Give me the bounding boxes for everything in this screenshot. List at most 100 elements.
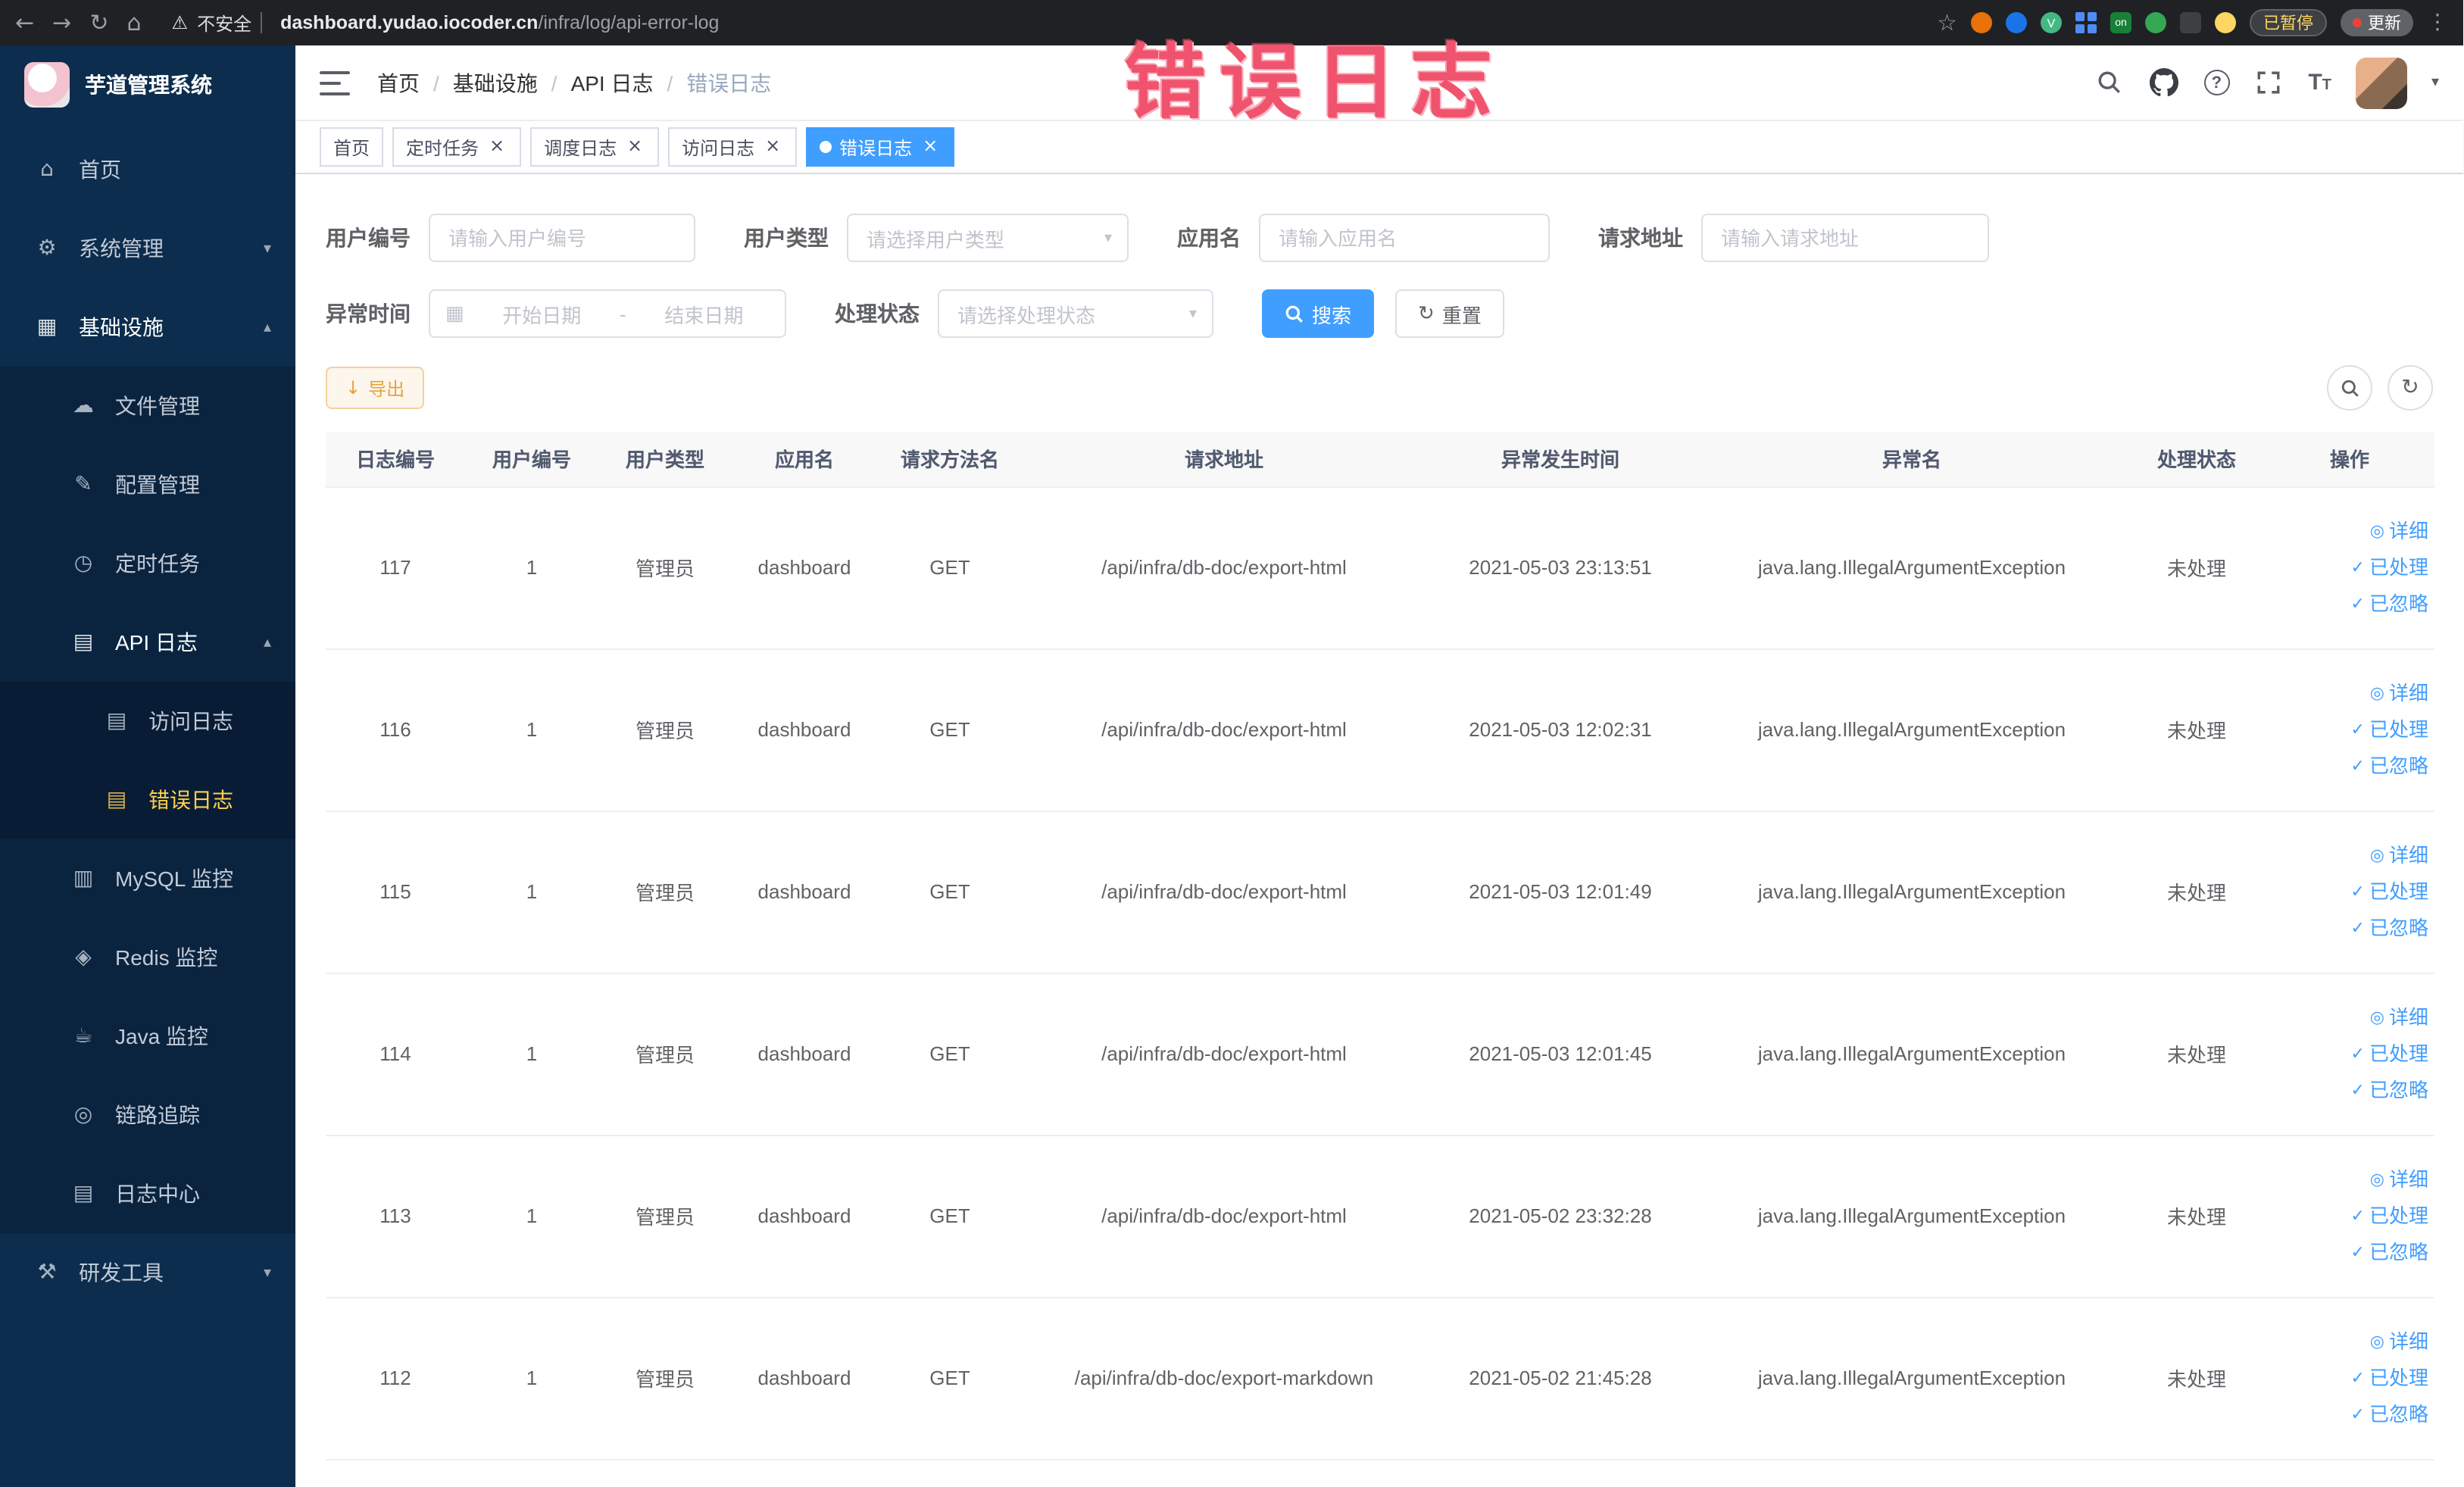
tab-access-log[interactable]: 访问日志 × [668, 127, 798, 167]
detail-link[interactable]: ◎ 详细 [2271, 675, 2428, 711]
extension-icon-blue[interactable] [2006, 12, 2027, 33]
chevron-down-icon: ▾ [1188, 305, 1197, 322]
eye-icon: ◎ [2369, 683, 2384, 702]
security-indicator[interactable]: ⚠ 不安全 [172, 10, 263, 36]
sidebar-item-home[interactable]: ⌂ 首页 [0, 130, 295, 209]
sidebar-item-file-mgmt[interactable]: ☁ 文件管理 [0, 367, 295, 445]
mark-processed-link[interactable]: ✓ 已处理 [2271, 1198, 2428, 1234]
cell-exception-name: java.lang.IllegalArgumentException [1695, 811, 2128, 973]
sidebar-item-config-mgmt[interactable]: ✎ 配置管理 [0, 445, 295, 524]
detail-link[interactable]: ◎ 详细 [2271, 1161, 2428, 1198]
reset-button[interactable]: ↻ 重置 [1395, 289, 1504, 338]
cell-actions: ◎ 详细 ✓ 已处理 ✓ 已忽略 [2265, 1297, 2434, 1460]
mark-processed-link[interactable]: ✓ 已处理 [2271, 711, 2428, 748]
user-type-select[interactable]: 请选择用户类型 ▾ [847, 214, 1129, 262]
mark-ignored-link[interactable]: ✓ 已忽略 [2271, 910, 2428, 946]
sidebar-item-infrastructure[interactable]: ▦ 基础设施 ▴ [0, 288, 295, 367]
check-icon: ✓ [2350, 1043, 2365, 1063]
sidebar-item-redis-monitor[interactable]: ◈ Redis 监控 [0, 918, 295, 997]
browser-forward-icon[interactable]: → [52, 0, 71, 45]
clock-icon: ◷ [73, 551, 93, 576]
tab-schedule-log[interactable]: 调度日志 × [530, 127, 660, 167]
close-icon[interactable]: × [624, 136, 645, 158]
sidebar-item-api-logs[interactable]: ▤ API 日志 ▴ [0, 603, 295, 682]
extension-icon-vue[interactable]: V [2041, 12, 2062, 33]
detail-link[interactable]: ◎ 详细 [2271, 1323, 2428, 1360]
user-id-input[interactable] [429, 214, 695, 262]
breadcrumb-infrastructure[interactable]: 基础设施 [453, 67, 538, 98]
search-button[interactable]: 搜索 [1262, 289, 1375, 338]
breadcrumb-home[interactable]: 首页 [377, 67, 420, 98]
sidebar-item-system-mgmt[interactable]: ⚙ 系统管理 ▾ [0, 209, 295, 288]
extension-icon-grid[interactable] [2075, 12, 2097, 33]
close-icon[interactable]: × [762, 136, 783, 158]
cell-method: GET [877, 1297, 1023, 1460]
sidebar-item-link-tracing[interactable]: ◎ 链路追踪 [0, 1076, 295, 1154]
cell-user-type: 管理员 [598, 486, 732, 649]
search-icon[interactable] [2094, 67, 2125, 98]
close-icon[interactable]: × [920, 136, 941, 158]
table-row: 113 1 管理员 dashboard GET /api/infra/db-do… [326, 1135, 2434, 1298]
cell-status: 未处理 [2128, 486, 2265, 649]
app-logo[interactable]: 芋道管理系统 [0, 45, 295, 124]
extension-icon-on[interactable]: on [2110, 12, 2131, 33]
refresh-table-button[interactable]: ↻ [2387, 365, 2433, 411]
mark-ignored-link[interactable]: ✓ 已忽略 [2271, 586, 2428, 622]
sidebar-item-log-center[interactable]: ▤ 日志中心 [0, 1154, 295, 1233]
export-button[interactable]: ↓ 导出 [326, 367, 425, 409]
mark-ignored-link[interactable]: ✓ 已忽略 [2271, 1234, 2428, 1270]
tab-error-log[interactable]: 错误日志 × [806, 127, 955, 167]
help-icon[interactable]: ? [2203, 70, 2230, 95]
mark-ignored-link[interactable]: ✓ 已忽略 [2271, 748, 2428, 784]
breadcrumb-api-logs[interactable]: API 日志 [571, 67, 654, 98]
process-status-select[interactable]: 请选择处理状态 ▾ [938, 289, 1213, 338]
cell-request-url: /api/infra/db-doc/export-html [1023, 1135, 1426, 1298]
detail-link[interactable]: ◎ 详细 [2271, 999, 2428, 1036]
header-status: 处理状态 [2128, 432, 2265, 487]
browser-back-icon[interactable]: ← [15, 0, 34, 45]
sidebar-item-mysql-monitor[interactable]: ▥ MySQL 监控 [0, 839, 295, 918]
toggle-search-button[interactable] [2327, 365, 2372, 411]
paused-badge[interactable]: 已暂停 [2250, 9, 2327, 36]
avatar[interactable] [2355, 57, 2407, 108]
close-icon[interactable]: × [486, 136, 507, 158]
mark-ignored-link[interactable]: ✓ 已忽略 [2271, 1396, 2428, 1432]
github-icon[interactable] [2149, 67, 2179, 98]
chevron-down-icon[interactable]: ▾ [2431, 74, 2439, 91]
table-row: 116 1 管理员 dashboard GET /api/infra/db-do… [326, 648, 2434, 811]
detail-link[interactable]: ◎ 详细 [2271, 837, 2428, 873]
app-name-input[interactable] [1259, 214, 1550, 262]
detail-link[interactable]: ◎ 详细 [2271, 513, 2428, 549]
exception-time-label: 异常时间 [326, 301, 411, 326]
tab-home[interactable]: 首页 [320, 127, 384, 167]
fullscreen-icon[interactable] [2253, 67, 2284, 98]
browser-home-icon[interactable]: ⌂ [126, 0, 141, 45]
trace-icon: ◎ [73, 1103, 93, 1127]
mark-processed-link[interactable]: ✓ 已处理 [2271, 549, 2428, 586]
update-button[interactable]: 更新 [2341, 9, 2413, 36]
font-size-icon[interactable]: TT [2308, 70, 2331, 95]
extension-icon-paw[interactable] [2180, 12, 2201, 33]
sidebar-item-dev-tools[interactable]: ⚒ 研发工具 ▾ [0, 1233, 295, 1312]
sidebar-item-java-monitor[interactable]: ☕ Java 监控 [0, 997, 295, 1076]
browser-menu-icon[interactable]: ⋮ [2427, 11, 2448, 35]
hamburger-icon[interactable] [320, 70, 350, 95]
tab-scheduled-tasks[interactable]: 定时任务 × [392, 127, 522, 167]
extension-icon-orange[interactable] [1971, 12, 1992, 33]
sidebar-item-error-log[interactable]: ▤ 错误日志 [0, 761, 295, 839]
bookmark-star-icon[interactable]: ☆ [1937, 0, 1957, 45]
mark-processed-link[interactable]: ✓ 已处理 [2271, 1360, 2428, 1396]
filter-row-2: 异常时间 ▦ 开始日期 - 结束日期 处理状态 请选择处理状态 ▾ 搜索 ↻ 重… [326, 289, 2433, 338]
mark-processed-link[interactable]: ✓ 已处理 [2271, 873, 2428, 910]
exception-time-range[interactable]: ▦ 开始日期 - 结束日期 [429, 289, 786, 338]
browser-refresh-icon[interactable]: ↻ [89, 0, 108, 45]
smiley-extension-icon[interactable] [2215, 12, 2236, 33]
request-url-input[interactable] [1701, 214, 1989, 262]
sidebar-item-access-log[interactable]: ▤ 访问日志 [0, 682, 295, 761]
mark-ignored-link[interactable]: ✓ 已忽略 [2271, 1072, 2428, 1108]
extension-icon-green[interactable] [2145, 12, 2166, 33]
cell-user-id: 1 [465, 1297, 598, 1460]
mark-processed-link[interactable]: ✓ 已处理 [2271, 1036, 2428, 1072]
address-bar[interactable]: dashboard.yudao.iocoder.cn /infra/log/ap… [280, 12, 1919, 33]
sidebar-item-scheduled-tasks[interactable]: ◷ 定时任务 [0, 524, 295, 603]
